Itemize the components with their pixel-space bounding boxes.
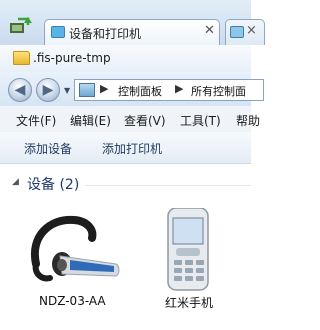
mobile-phone-icon xyxy=(167,207,209,291)
address-bar[interactable]: ▶ 控制面板 ▶ 所有控制面 xyxy=(74,79,264,101)
add-printer-button[interactable]: 添加打印机 xyxy=(102,140,162,157)
breadcrumb-control-panel[interactable]: 控制面板 xyxy=(118,83,162,99)
bluetooth-headset-icon xyxy=(30,215,120,282)
app-devices-icon xyxy=(10,17,32,33)
folder-tab-icon xyxy=(230,26,244,38)
breadcrumb-separator[interactable]: ▶ xyxy=(175,82,183,95)
forward-button[interactable]: ▶ xyxy=(36,78,60,102)
group-header-devices[interactable]: 设备 (2) xyxy=(27,174,79,194)
add-device-button[interactable]: 添加设备 xyxy=(24,140,72,157)
menu-file[interactable]: 文件(F) xyxy=(16,112,56,129)
device-label-phone[interactable]: 红米手机 xyxy=(165,294,213,311)
control-panel-icon xyxy=(79,83,95,97)
devices-content-pane: ◢ 设备 (2) NDZ-03-AA 红米手机 xyxy=(0,164,251,330)
device-item-headset[interactable] xyxy=(22,208,122,297)
recent-pages-dropdown[interactable]: ▼ xyxy=(64,86,70,95)
tab-inactive[interactable]: × xyxy=(225,19,265,45)
navigation-bar: ◀ ▶ ▼ ▶ 控制面板 ▶ 所有控制面 xyxy=(0,72,264,107)
location-title: .fis-pure-tmp xyxy=(33,51,111,65)
folder-icon xyxy=(13,51,30,65)
close-icon[interactable]: ✕ xyxy=(204,23,215,38)
menu-tools[interactable]: 工具(T) xyxy=(180,112,221,129)
menu-bar: 文件(F) 编辑(E) 查看(V) 工具(T) 帮助 xyxy=(0,106,260,133)
collapse-group-icon[interactable]: ◢ xyxy=(12,177,19,187)
tab-devices-and-printers[interactable]: 设备和打印机 ✕ xyxy=(44,19,220,45)
location-title-bar: .fis-pure-tmp xyxy=(0,45,251,73)
device-item-phone[interactable] xyxy=(160,207,220,297)
breadcrumb-all-control-panel[interactable]: 所有控制面 xyxy=(191,83,246,99)
command-toolbar: 添加设备 添加打印机 xyxy=(0,132,251,164)
breadcrumb-separator[interactable]: ▶ xyxy=(100,82,108,95)
group-divider xyxy=(85,185,251,186)
menu-edit[interactable]: 编辑(E) xyxy=(70,112,111,129)
devices-printers-icon xyxy=(51,26,65,38)
menu-help[interactable]: 帮助 xyxy=(236,112,260,129)
tab-title: 设备和打印机 xyxy=(69,27,142,41)
close-icon[interactable]: × xyxy=(246,23,257,38)
device-label-headset[interactable]: NDZ-03-AA xyxy=(39,294,106,308)
menu-view[interactable]: 查看(V) xyxy=(124,112,166,129)
back-button[interactable]: ◀ xyxy=(8,78,32,102)
window-tab-strip: 设备和打印机 ✕ × xyxy=(0,0,265,45)
